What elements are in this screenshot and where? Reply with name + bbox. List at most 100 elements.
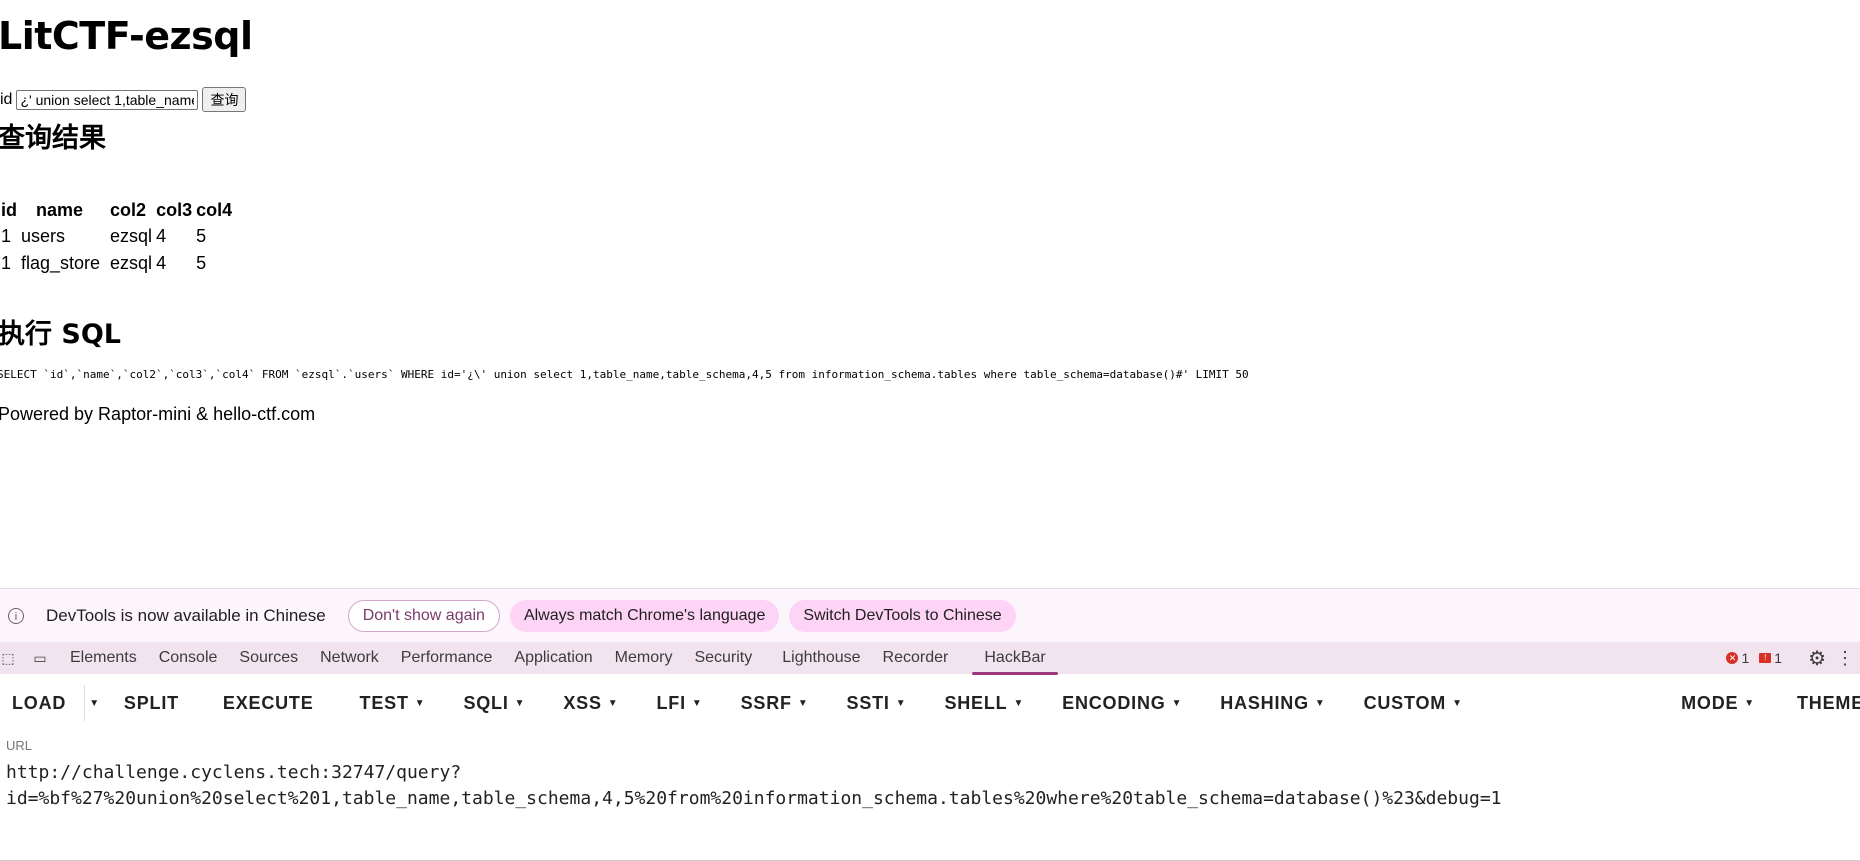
test-label: TEST — [359, 692, 409, 713]
ssti-menu[interactable]: SSTI ▼ — [847, 693, 907, 714]
cell-name: users — [21, 226, 66, 246]
dont-show-again-button[interactable]: Don't show again — [347, 600, 500, 632]
error-count: 1 — [1741, 650, 1750, 666]
mode-menu[interactable]: MODE ▼ — [1681, 693, 1755, 714]
load-button[interactable]: LOAD — [12, 693, 66, 714]
match-language-button[interactable]: Always match Chrome's language — [509, 600, 780, 632]
split-button[interactable]: SPLIT — [124, 693, 179, 714]
custom-menu[interactable]: CUSTOM ▼ — [1364, 693, 1463, 714]
encoding-label: ENCODING — [1062, 692, 1166, 713]
tab-network[interactable]: Network — [320, 649, 379, 667]
gear-icon[interactable]: ⚙ — [1808, 646, 1826, 671]
shell-menu[interactable]: SHELL ▼ — [944, 693, 1024, 714]
cell-col4: 5 — [196, 253, 207, 273]
cell-name: flag_store — [21, 253, 101, 273]
results-heading: 查询结果 — [0, 123, 106, 154]
issue-icon: ! — [1759, 653, 1772, 663]
caret-down-icon: ▼ — [1013, 698, 1025, 710]
cell-col2: ezsql — [110, 253, 153, 273]
mode-label: MODE — [1681, 692, 1739, 713]
web-page: LitCTF-ezsql id 查询 查询结果 id name col2 col… — [0, 0, 1860, 590]
issue-count: 1 — [1774, 650, 1783, 666]
col-header-id: id — [1, 200, 17, 220]
caret-down-icon: ▼ — [607, 698, 619, 710]
tab-console[interactable]: Console — [159, 649, 218, 667]
switch-to-chinese-button[interactable]: Switch DevTools to Chinese — [789, 600, 1016, 632]
tab-memory[interactable]: Memory — [615, 649, 673, 667]
theme-menu[interactable]: THEME — [1797, 693, 1860, 714]
cell-id: 1 — [1, 253, 12, 273]
ssti-label: SSTI — [846, 692, 890, 713]
hackbar-toolbar: LOAD ▼ SPLIT EXECUTE TEST ▼ SQLI ▼ XSS ▼ LF… — [0, 674, 1860, 732]
lfi-label: LFI — [656, 692, 686, 713]
cell-col4: 5 — [196, 226, 207, 246]
col-header-col3: col3 — [156, 200, 193, 220]
tab-hackbar[interactable]: HackBar — [972, 649, 1059, 675]
caret-down-icon: ▼ — [414, 698, 426, 710]
device-toolbar-icon[interactable]: ▭ — [32, 650, 48, 666]
tab-recorder[interactable]: Recorder — [883, 649, 949, 667]
executed-sql: SELECT `id`,`name`,`col2`,`col3`,`col4` … — [0, 368, 1249, 381]
sql-heading: 执行 SQL — [0, 319, 122, 350]
theme-label: THEME — [1797, 692, 1860, 713]
tab-security[interactable]: Security — [694, 649, 752, 667]
error-icon: ✕ — [1726, 652, 1739, 664]
cell-col3: 4 — [156, 226, 167, 246]
table-row: 1 users ezsql 4 5 — [0, 224, 233, 249]
caret-down-icon: ▼ — [1452, 698, 1463, 710]
url-label: URL — [6, 738, 33, 753]
page-title: LitCTF-ezsql — [0, 14, 253, 58]
cell-col2: ezsql — [110, 226, 153, 246]
devtools-status-area: ✕ 1 ! 1 ⚙ ⋮ — [1726, 642, 1860, 674]
error-counter[interactable]: ✕ 1 — [1726, 650, 1749, 666]
cell-col3: 4 — [156, 253, 167, 273]
query-form: id 查询 — [0, 87, 247, 112]
cell-id: 1 — [1, 226, 12, 246]
tab-performance[interactable]: Performance — [401, 649, 493, 667]
ssrf-menu[interactable]: SSRF ▼ — [741, 693, 809, 714]
sqli-menu[interactable]: SQLI ▼ — [463, 693, 525, 714]
execute-button[interactable]: EXECUTE — [223, 693, 314, 714]
tab-application[interactable]: Application — [514, 649, 592, 667]
caret-down-icon: ▼ — [691, 698, 703, 710]
more-options-icon[interactable]: ⋮ — [1836, 648, 1854, 669]
query-button[interactable]: 查询 — [202, 87, 247, 112]
language-notice-bar: i DevTools is now available in Chinese D… — [0, 588, 1860, 643]
custom-label: CUSTOM — [1363, 692, 1447, 713]
test-menu[interactable]: TEST ▼ — [360, 693, 426, 714]
caret-down-icon: ▼ — [1171, 698, 1183, 710]
table-header-row: id name col2 col3 col4 — [0, 199, 233, 222]
id-label: id — [0, 90, 13, 108]
caret-down-icon: ▼ — [895, 698, 907, 710]
caret-down-icon: ▼ — [797, 698, 809, 710]
col-header-col4: col4 — [196, 200, 233, 220]
inspect-element-icon[interactable]: ⬚ — [0, 650, 16, 666]
issue-counter[interactable]: ! 1 — [1759, 650, 1782, 666]
results-table: id name col2 col3 col4 1 users ezsql 4 5… — [0, 197, 235, 278]
caret-down-icon: ▼ — [1314, 698, 1326, 710]
encoding-menu[interactable]: ENCODING ▼ — [1062, 693, 1182, 714]
col-header-col2: col2 — [110, 200, 147, 220]
xss-menu[interactable]: XSS ▼ — [563, 693, 618, 714]
lfi-menu[interactable]: LFI ▼ — [656, 693, 702, 714]
load-dropdown-divider — [84, 685, 86, 721]
url-line-2: id=%bf%27%20union%20select%201,table_nam… — [6, 788, 1502, 809]
load-dropdown-caret-icon[interactable]: ▼ — [89, 698, 100, 709]
sqli-label: SQLI — [463, 692, 509, 713]
id-input[interactable] — [16, 89, 199, 110]
table-row: 1 flag_store ezsql 4 5 — [0, 251, 233, 276]
info-icon: i — [8, 608, 24, 624]
powered-by-footer: Powered by Raptor-mini & hello-ctf.com — [0, 404, 316, 424]
hashing-label: HASHING — [1220, 692, 1309, 713]
devtools-tab-bar: ⬚ ▭ Elements Console Sources Network Per… — [0, 642, 1860, 675]
col-header-name: name — [36, 200, 84, 220]
devtools-panel: i DevTools is now available in Chinese D… — [0, 588, 1860, 861]
hashing-menu[interactable]: HASHING ▼ — [1220, 693, 1325, 714]
url-textarea[interactable]: http://challenge.cyclens.tech:32747/quer… — [6, 760, 1502, 812]
tab-lighthouse[interactable]: Lighthouse — [782, 649, 860, 667]
caret-down-icon: ▼ — [1744, 698, 1755, 710]
xss-label: XSS — [563, 692, 602, 713]
tab-elements[interactable]: Elements — [70, 649, 137, 667]
shell-label: SHELL — [944, 692, 1008, 713]
tab-sources[interactable]: Sources — [239, 649, 298, 667]
